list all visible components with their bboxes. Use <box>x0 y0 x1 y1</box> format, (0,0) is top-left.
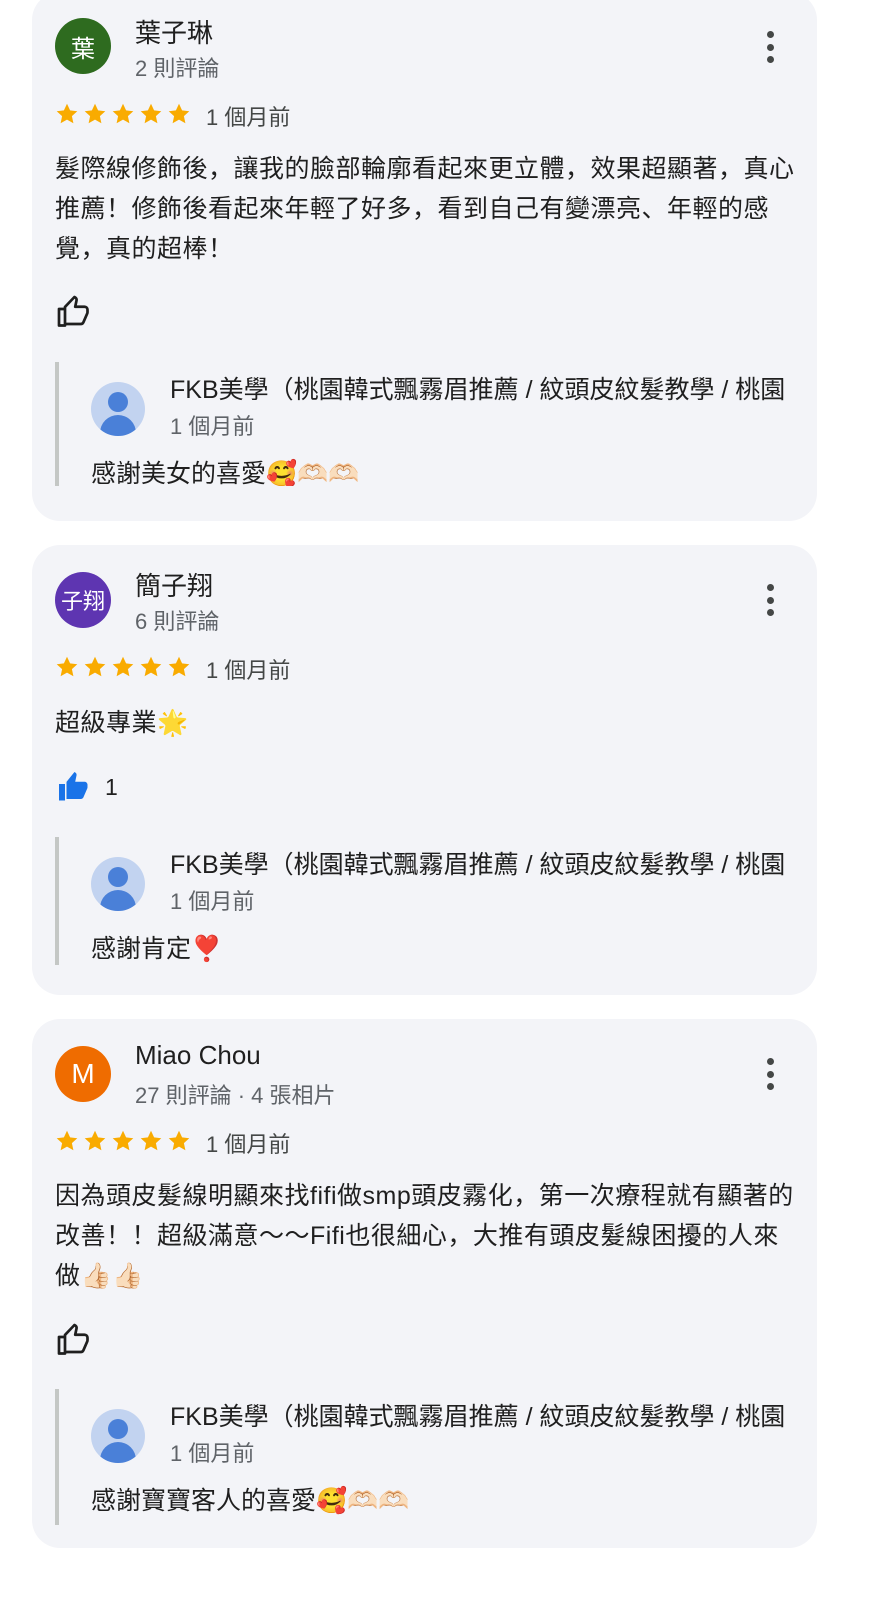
reply-time: 1 個月前 <box>170 1441 255 1466</box>
owner-reply: FKB美學（桃園韓式飄霧眉推薦 / 紋頭皮紋髮教學 / 桃園 1 個月前 感謝美… <box>55 362 817 486</box>
reviewer-name[interactable]: Miao Chou <box>135 1040 261 1071</box>
reply-text: 感謝寶寶客人的喜愛🥰🫶🏻🫶🏻 <box>91 1487 410 1515</box>
reviewer-meta: 2 則評論 <box>135 56 220 81</box>
review-time: 1 個月前 <box>206 1132 291 1157</box>
star-icon <box>168 103 190 124</box>
review-text: 超級專業🌟 <box>55 709 189 737</box>
owner-reply: FKB美學（桃園韓式飄霧眉推薦 / 紋頭皮紋髮教學 / 桃園 1 個月前 感謝寶… <box>55 1389 817 1525</box>
like-button[interactable] <box>55 294 105 330</box>
owner-avatar[interactable] <box>91 857 145 911</box>
star-rating <box>55 102 191 126</box>
star-rating <box>55 655 191 679</box>
avatar[interactable]: 葉 <box>55 18 111 74</box>
like-button[interactable] <box>55 1322 105 1358</box>
review-card: 子翔 簡子翔 6 則評論 1 個月前 超級專業🌟 1 FKB美學（桃園韓式飄霧眉… <box>32 545 817 995</box>
thumbs-up-filled-icon <box>59 772 88 801</box>
reply-divider <box>55 1389 59 1525</box>
star-icon <box>56 103 78 124</box>
owner-avatar[interactable] <box>91 1409 145 1463</box>
star-icon <box>140 1130 162 1151</box>
thumbs-up-outline-icon <box>57 295 89 327</box>
reviewer-name[interactable]: 葉子琳 <box>135 13 213 50</box>
owner-name[interactable]: FKB美學（桃園韓式飄霧眉推薦 / 紋頭皮紋髮教學 / 桃園 <box>170 370 785 406</box>
owner-name[interactable]: FKB美學（桃園韓式飄霧眉推薦 / 紋頭皮紋髮教學 / 桃園 <box>170 845 785 881</box>
star-rating <box>55 1129 191 1153</box>
review-card: 葉 葉子琳 2 則評論 1 個月前 髮際線修飾後，讓我的臉部輪廓看起來更立體，效… <box>32 0 817 521</box>
avatar[interactable]: 子翔 <box>55 572 111 628</box>
thumbs-up-outline-icon <box>57 1323 89 1355</box>
review-text: 因為頭皮髮線明顯來找fifi做smp頭皮霧化，第一次療程就有顯著的改善！！超級滿… <box>55 1182 794 1290</box>
like-count: 1 <box>105 773 118 800</box>
like-button[interactable]: 1 <box>55 769 118 805</box>
more-options-icon[interactable] <box>755 1054 785 1094</box>
star-icon <box>84 1130 106 1151</box>
more-options-icon[interactable] <box>755 27 785 67</box>
reply-text: 感謝美女的喜愛🥰🫶🏻🫶🏻 <box>91 460 360 486</box>
star-icon <box>112 103 134 124</box>
review-time: 1 個月前 <box>206 105 291 130</box>
star-icon <box>168 656 190 677</box>
reviewer-meta: 6 則評論 <box>135 609 220 634</box>
review-card: M Miao Chou 27 則評論 · 4 張相片 1 個月前 因為頭皮髮線明… <box>32 1019 817 1548</box>
reviewer-name[interactable]: 簡子翔 <box>135 566 213 603</box>
star-icon <box>140 103 162 124</box>
star-icon <box>84 103 106 124</box>
avatar[interactable]: M <box>55 1046 111 1102</box>
review-time: 1 個月前 <box>206 658 291 683</box>
reply-time: 1 個月前 <box>170 889 255 914</box>
star-icon <box>112 656 134 677</box>
star-icon <box>168 1130 190 1151</box>
star-icon <box>56 1130 78 1151</box>
more-options-icon[interactable] <box>755 580 785 620</box>
owner-reply: FKB美學（桃園韓式飄霧眉推薦 / 紋頭皮紋髮教學 / 桃園 1 個月前 感謝肯… <box>55 837 817 965</box>
star-icon <box>56 656 78 677</box>
owner-name[interactable]: FKB美學（桃園韓式飄霧眉推薦 / 紋頭皮紋髮教學 / 桃園 <box>170 1397 785 1433</box>
reply-divider <box>55 837 59 965</box>
reply-divider <box>55 362 59 486</box>
star-icon <box>84 656 106 677</box>
reviewer-meta: 27 則評論 · 4 張相片 <box>135 1083 336 1108</box>
owner-avatar[interactable] <box>91 382 145 436</box>
reply-time: 1 個月前 <box>170 414 255 439</box>
reply-text: 感謝肯定❣️ <box>91 935 223 963</box>
review-text: 髮際線修飾後，讓我的臉部輪廓看起來更立體，效果超顯著，真心推薦！修飾後看起來年輕… <box>55 155 795 263</box>
star-icon <box>140 656 162 677</box>
star-icon <box>112 1130 134 1151</box>
